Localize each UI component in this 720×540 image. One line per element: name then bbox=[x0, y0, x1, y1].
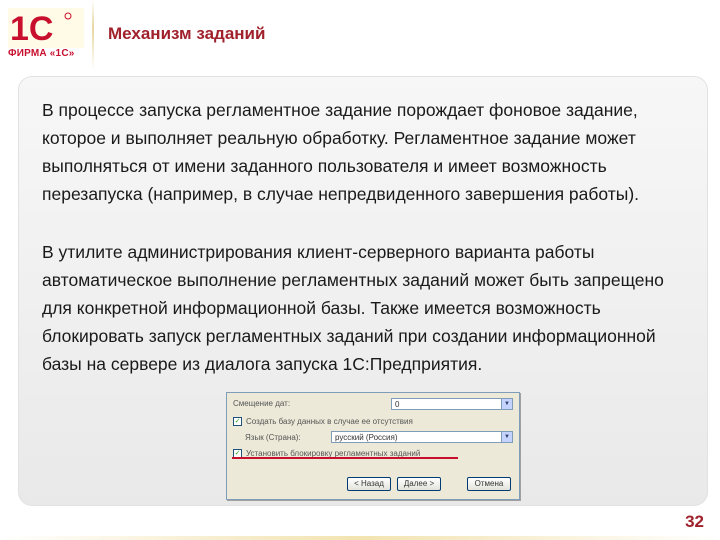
language-label: Язык (Страна): bbox=[245, 433, 301, 442]
offset-value: 0 bbox=[395, 400, 400, 409]
create-db-row[interactable]: ✓ Создать базу данных в случае ее отсутс… bbox=[233, 417, 413, 426]
svg-text:1С: 1С bbox=[10, 10, 53, 48]
paragraph-1: В процессе запуска регламентное задание … bbox=[42, 100, 640, 204]
language-row: Язык (Страна): bbox=[245, 433, 301, 442]
paragraph-2: В утилите администрирования клиент-серве… bbox=[42, 242, 664, 374]
create-db-label: Создать базу данных в случае ее отсутств… bbox=[246, 417, 413, 426]
title-divider bbox=[92, 0, 94, 70]
language-field[interactable]: русский (Россия) ▼ bbox=[331, 431, 513, 443]
chevron-down-icon[interactable]: ▼ bbox=[501, 432, 512, 442]
cancel-button[interactable]: Отмена bbox=[467, 477, 511, 491]
page-number: 32 bbox=[685, 512, 704, 531]
chevron-down-icon[interactable]: ▼ bbox=[501, 399, 512, 409]
offset-label: Смещение дат: bbox=[233, 399, 291, 408]
back-button[interactable]: < Назад bbox=[347, 477, 391, 491]
logo-caption: ФИРМА «1С» bbox=[8, 48, 75, 59]
next-button[interactable]: Далее > bbox=[397, 477, 441, 491]
offset-row: Смещение дат: bbox=[233, 399, 290, 408]
slide-title: Механизм заданий bbox=[108, 24, 266, 43]
launch-dialog-screenshot: Смещение дат: 0 ▼ ✓ Создать базу данных … bbox=[226, 392, 520, 500]
create-db-checkbox[interactable]: ✓ bbox=[233, 417, 242, 426]
offset-field[interactable]: 0 ▼ bbox=[391, 398, 513, 410]
highlight-underline bbox=[232, 457, 458, 459]
1c-logo-mark: 1С bbox=[8, 8, 84, 48]
footer-divider bbox=[0, 536, 720, 540]
1c-logo: 1С ФИРМА «1С» bbox=[8, 8, 84, 60]
language-value: русский (Россия) bbox=[335, 433, 398, 442]
